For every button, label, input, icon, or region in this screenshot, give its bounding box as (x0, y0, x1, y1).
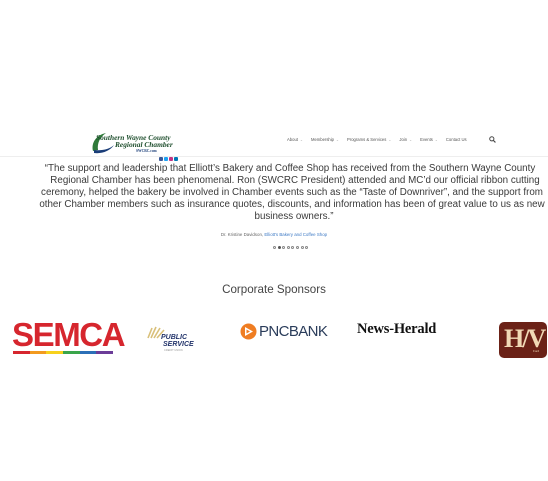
slider-dots (273, 246, 310, 249)
slider-dot[interactable] (305, 246, 309, 249)
search-icon[interactable] (489, 136, 496, 143)
pnc-triangle-icon (240, 323, 257, 340)
nav-label: Events (420, 137, 433, 142)
sponsors-title: Corporate Sponsors (222, 283, 326, 296)
slider-dot[interactable] (282, 246, 286, 249)
quote-line: ceremony, helped the bakery be involved … (41, 187, 543, 198)
quote-line: other Chamber members such as insurance … (39, 199, 545, 210)
instagram-icon[interactable] (169, 157, 173, 161)
nav-item-join[interactable]: Join ⌄ (399, 137, 412, 142)
chamber-logo[interactable]: Southern Wayne County Regional Chamber S… (90, 131, 194, 161)
sponsor-news-herald-logo[interactable]: News-Herald (357, 321, 436, 338)
ps-line2: SERVICE (163, 341, 194, 348)
hv-sub: Ford (533, 349, 540, 353)
author-company-link[interactable]: Elliott's Bakery and Coffee Shop (264, 232, 327, 237)
quote-line: Regional Chamber has been phenomenal. Ro… (50, 175, 540, 186)
sponsor-pnc-logo[interactable]: PNCBANK (240, 322, 344, 342)
nav-label: About (287, 137, 298, 142)
quote-line: business owners.” (254, 211, 334, 222)
nav-label: Join (399, 137, 408, 142)
slider-dot[interactable] (300, 246, 304, 249)
main-nav: About ⌄ Membership ⌄ Programs & Services ⌄ … (287, 137, 475, 142)
chevron-down-icon: ⌄ (299, 137, 303, 142)
ps-sub: CREDIT UNION (164, 349, 183, 352)
chevron-down-icon: ⌄ (336, 137, 340, 142)
author-name: Dr. Kristine Davidson, (220, 232, 264, 237)
sponsor-public-service-logo[interactable]: PUBLIC SERVICE CREDIT UNION (146, 324, 212, 354)
slider-dot[interactable] (273, 246, 276, 249)
slider-dot[interactable] (295, 246, 299, 249)
chevron-down-icon: ⌄ (434, 137, 438, 142)
sponsor-semca-logo[interactable]: SEMCA (12, 318, 126, 356)
nav-label: Contact Us (445, 137, 467, 142)
nav-label: Membership (310, 137, 335, 142)
nav-label: Programs & Services (347, 137, 387, 142)
slider-dot[interactable] (286, 246, 290, 249)
nav-item-programs[interactable]: Programs & Services ⌄ (347, 137, 391, 142)
facebook-icon[interactable] (159, 157, 163, 161)
chevron-down-icon: ⌄ (409, 137, 413, 142)
nav-item-membership[interactable]: Membership ⌄ (311, 137, 339, 142)
nav-item-about[interactable]: About ⌄ (287, 137, 303, 142)
quote-line: “The support and leadership that Elliott… (44, 163, 536, 174)
ps-line1: PUBLIC (161, 334, 188, 341)
nav-item-contact[interactable]: Contact Us (446, 137, 467, 142)
logo-url: SWCRC.com (136, 149, 157, 153)
slider-dot[interactable] (277, 246, 281, 249)
site-header: Southern Wayne County Regional Chamber S… (0, 128, 548, 161)
testimonial-quote: “The support and leadership that Elliott… (0, 163, 548, 223)
pnc-wordmark: PNCBANK (259, 323, 328, 340)
testimonial-author: Dr. Kristine Davidson, Elliott's Bakery … (0, 232, 548, 237)
nav-item-events[interactable]: Events ⌄ (420, 137, 438, 142)
chevron-down-icon: ⌄ (388, 137, 392, 142)
twitter-icon[interactable] (164, 157, 168, 161)
semca-color-bar (13, 351, 114, 354)
semca-wordmark: SEMCA (12, 316, 126, 353)
slider-dot[interactable] (291, 246, 295, 249)
linkedin-icon[interactable] (174, 157, 178, 161)
sponsor-hv-logo[interactable]: H/V Ford (499, 322, 547, 358)
